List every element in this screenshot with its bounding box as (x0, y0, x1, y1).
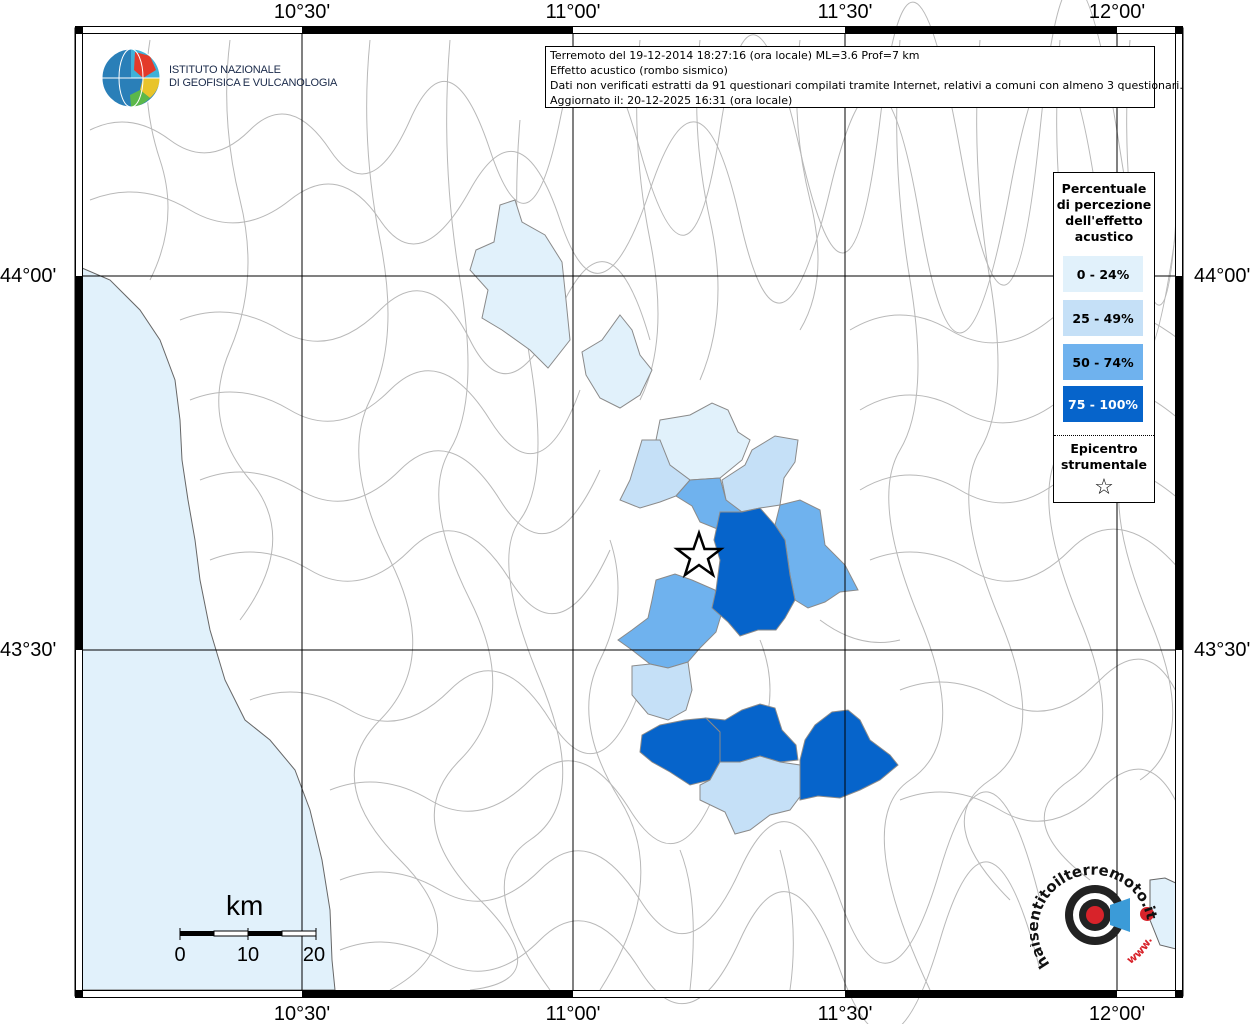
legend-item-75-100: 75 - 100% (1063, 386, 1143, 422)
legend-epicenter-line: Epicentro (1070, 441, 1138, 456)
scale-tick: 0 (174, 944, 186, 966)
lon-label-bottom: 10°30' (273, 1003, 331, 1025)
scale-tick: 20 (302, 944, 326, 966)
lon-label-top: 11°30' (817, 1, 873, 23)
legend-item-0-24: 0 - 24% (1063, 256, 1143, 292)
ingv-logo-line2: DI GEOFISICA E VULCANOLOGIA (169, 77, 338, 89)
ingv-logo-line1: ISTITUTO NAZIONALE (169, 64, 281, 76)
lat-label-left: 44°00' (0, 265, 57, 287)
lon-label-bottom: 11°30' (817, 1003, 873, 1025)
lon-label-top: 10°30' (273, 1, 331, 23)
legend-title-line: di percezione (1056, 197, 1152, 212)
brand-ring: haisentitoilterremoto.it www. (1030, 861, 1161, 972)
legend-item-50-74: 50 - 74% (1063, 344, 1143, 380)
scale-tick: 10 (236, 944, 260, 966)
lon-label-bottom: 11°00' (545, 1003, 601, 1025)
scale-unit: km (226, 890, 264, 921)
lon-label-top: 12°00' (1088, 1, 1146, 23)
lon-label-top: 11°00' (545, 1, 601, 23)
legend: Percentuale di percezione dell'effetto a… (1053, 172, 1155, 503)
ingv-logo-icon (101, 48, 161, 108)
lat-label-left: 43°30' (0, 639, 57, 661)
legend-divider (1054, 435, 1154, 436)
legend-title-line: dell'effetto (1065, 213, 1143, 228)
data-note: Dati non verificati estratti da 91 quest… (550, 79, 1183, 92)
ingv-logo-text: ISTITUTO NAZIONALE DI GEOFISICA E VULCAN… (169, 64, 337, 90)
event-title: Terremoto del 19-12-2014 18:27:16 (ora l… (550, 49, 920, 62)
svg-text:www.: www. (1124, 935, 1155, 967)
event-subtitle: Effetto acustico (rombo sismico) (550, 64, 728, 77)
lon-label-bottom: 12°00' (1088, 1003, 1146, 1025)
legend-item-25-49: 25 - 49% (1063, 300, 1143, 336)
updated-note: Aggiornato il: 20-12-2025 16:31 (ora loc… (550, 94, 793, 107)
legend-star-icon: ☆ (1094, 475, 1114, 500)
legend-title-line: Percentuale (1061, 181, 1147, 196)
legend-title-line: acustico (1074, 229, 1134, 244)
lat-label-right: 44°00' (1194, 265, 1251, 287)
brand-url: www. (1124, 935, 1155, 967)
legend-epicenter-line: strumentale (1060, 457, 1148, 472)
legend-title: Percentuale di percezione dell'effetto a… (1054, 181, 1154, 245)
lat-label-right: 43°30' (1194, 639, 1251, 661)
event-info-box: Terremoto del 19-12-2014 18:27:16 (ora l… (545, 46, 1183, 108)
legend-epicenter-label: Epicentro strumentale (1054, 441, 1154, 473)
